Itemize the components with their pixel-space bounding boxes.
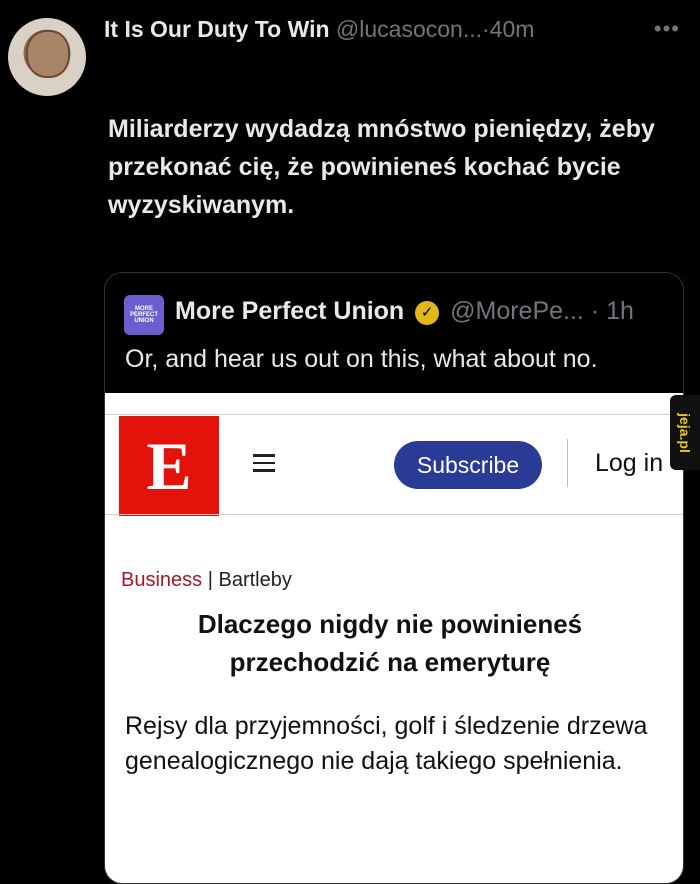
author-handle[interactable]: @lucasocon... [336, 16, 482, 42]
section-name: Business [121, 569, 203, 591]
economist-logo: E [119, 416, 219, 516]
separator-dot: · [590, 297, 600, 325]
menu-icon [253, 454, 275, 472]
divider [105, 514, 683, 515]
article-summary: Rejsy dla przyjemności, golf i śledzenie… [125, 712, 648, 775]
tweet-timestamp[interactable]: 40m [490, 16, 535, 42]
tweet-header: It Is Our Duty To Win @lucasocon...·40m … [104, 16, 680, 50]
quoted-tweet-header: More Perfect Union ✓ @MorePe... · 1h [175, 297, 634, 326]
divider [105, 414, 683, 415]
tweet-text: Miliarderzy wydadzą mnóstwo pieniędzy, ż… [108, 115, 655, 219]
quoted-author-avatar[interactable]: MORE PERFECT UNION [124, 295, 164, 335]
separator-dot: · [482, 16, 490, 42]
quoted-author-handle[interactable]: @MorePe... [450, 297, 584, 325]
quoted-tweet-text: Or, and hear us out on this, what about … [125, 345, 598, 373]
login-link: Log in [595, 449, 664, 477]
more-icon[interactable]: ••• [654, 16, 680, 42]
article-section: Business | Bartleby [121, 569, 292, 592]
quoted-tweet-card[interactable]: MORE PERFECT UNION More Perfect Union ✓ … [104, 272, 684, 884]
quoted-author-name[interactable]: More Perfect Union [175, 297, 404, 325]
author-avatar[interactable] [8, 18, 86, 96]
avatar-logo-text: MORE PERFECT UNION [129, 306, 158, 324]
verified-badge-icon: ✓ [415, 301, 440, 325]
site-watermark: jeja.pl [670, 395, 700, 470]
article-screenshot[interactable]: E Subscribe Log in Business | Bartleby D… [105, 393, 683, 883]
header-divider [567, 439, 568, 487]
subscribe-button: Subscribe [394, 441, 542, 489]
article-headline: Dlaczego nigdy nie powinieneś przechodzi… [197, 609, 583, 677]
quoted-tweet-timestamp[interactable]: 1h [606, 297, 634, 325]
column-name: Bartleby [218, 569, 292, 591]
watermark-text: jeja.pl [677, 412, 693, 453]
author-display-name[interactable]: It Is Our Duty To Win [104, 16, 330, 42]
section-separator: | [207, 569, 213, 591]
